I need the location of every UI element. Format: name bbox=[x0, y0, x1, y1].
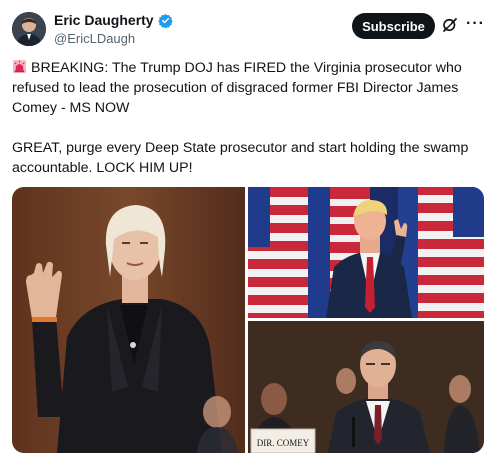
hearing-witness-photo: DIR. COMEY bbox=[248, 321, 484, 453]
tweet-text: BREAKING: The Trump DOJ has FIRED the Vi… bbox=[12, 58, 488, 178]
media-grid[interactable]: DIR. COMEY bbox=[12, 187, 484, 453]
tweet-paragraph-1: BREAKING: The Trump DOJ has FIRED the Vi… bbox=[12, 58, 488, 118]
woman-raising-hand-photo bbox=[12, 187, 245, 453]
verified-badge-icon bbox=[157, 13, 173, 28]
author-display-name[interactable]: Eric Daugherty bbox=[54, 12, 154, 28]
author-handle[interactable]: @EricLDaugh bbox=[54, 31, 135, 46]
avatar-image bbox=[12, 12, 46, 46]
tweet-paragraph-2: GREAT, purge every Deep State prosecutor… bbox=[12, 140, 469, 176]
grok-icon[interactable] bbox=[441, 16, 459, 34]
media-image-1[interactable] bbox=[12, 187, 245, 453]
man-pointing-flags-photo bbox=[248, 187, 484, 318]
tweet-paragraph-1-text: BREAKING: The Trump DOJ has FIRED the Vi… bbox=[12, 60, 462, 116]
more-options-icon[interactable]: ··· bbox=[466, 15, 485, 33]
author-name-row: Eric Daugherty bbox=[54, 12, 173, 28]
avatar[interactable] bbox=[12, 12, 46, 46]
tweet: Eric Daugherty @EricLDaugh Subscribe ···… bbox=[0, 0, 500, 462]
media-image-3[interactable]: DIR. COMEY bbox=[248, 321, 484, 453]
media-image-2[interactable] bbox=[248, 187, 484, 318]
name-placard-text: DIR. COMEY bbox=[257, 438, 310, 448]
subscribe-button[interactable]: Subscribe bbox=[352, 13, 435, 39]
police-siren-icon bbox=[12, 59, 27, 74]
